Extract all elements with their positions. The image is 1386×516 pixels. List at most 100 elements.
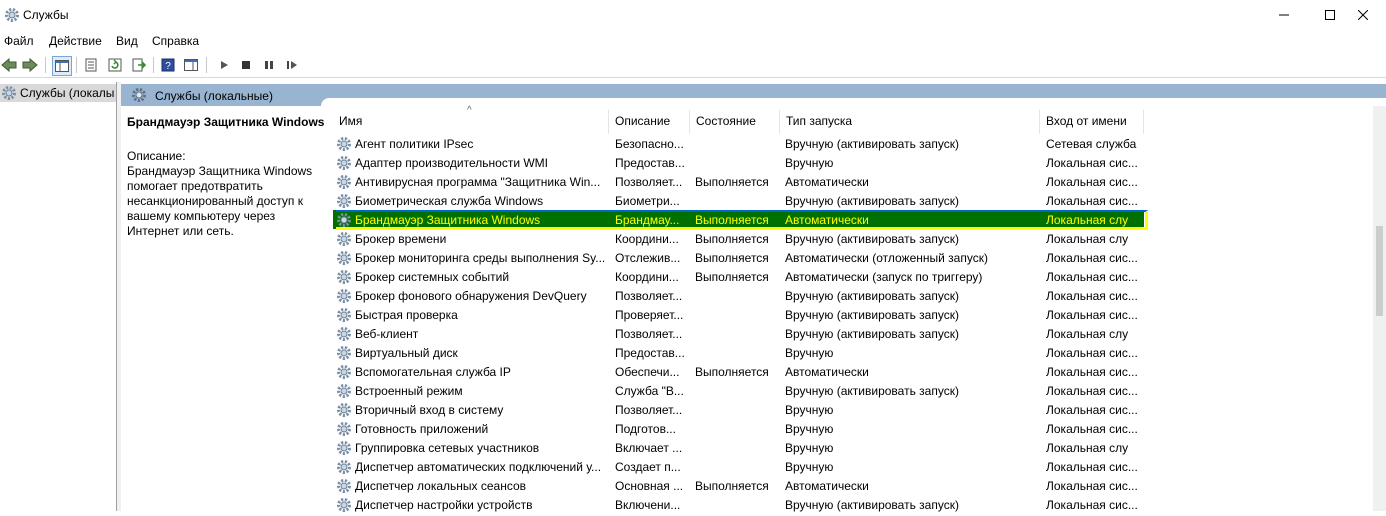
- service-name: Группировка сетевых участников: [355, 441, 540, 455]
- refresh-button[interactable]: [106, 56, 124, 74]
- service-logon-as: Локальная сис...: [1046, 194, 1138, 208]
- service-logon-as: Локальная сис...: [1046, 422, 1138, 436]
- forward-button[interactable]: [21, 56, 39, 74]
- service-status: Выполняется: [695, 232, 769, 246]
- service-startup-type: Автоматически: [785, 175, 869, 189]
- console-tree: Службы (локалы: [0, 82, 117, 511]
- table-row[interactable]: Диспетчер локальных сеансов Основная ... В…: [333, 476, 1144, 495]
- service-startup-type: Вручную (активировать запуск): [785, 498, 959, 512]
- service-logon-as: Локальная сис...: [1046, 403, 1138, 417]
- column-header-logon-as[interactable]: Вход от имени: [1040, 106, 1143, 134]
- service-status: Выполняется: [695, 175, 769, 189]
- document-icon: [85, 58, 97, 72]
- export-icon: [132, 58, 146, 72]
- service-startup-type: Вручную: [785, 460, 834, 474]
- table-row[interactable]: Брокер времени Координи... Выполняется Вруч…: [333, 229, 1144, 248]
- show-hide-tree-button[interactable]: [52, 56, 72, 76]
- table-row[interactable]: Брокер мониторинга среды выполнения Sy..…: [333, 248, 1144, 267]
- service-description: Включает ...: [615, 441, 683, 455]
- menu-help[interactable]: Справка: [152, 34, 199, 48]
- help-icon: ?: [161, 58, 175, 72]
- scrollbar-thumb[interactable]: [1376, 226, 1383, 316]
- service-name: Брокер мониторинга среды выполнения Sy..…: [355, 251, 605, 265]
- service-logon-as: Сетевая служба: [1046, 137, 1137, 151]
- service-status: Выполняется: [695, 479, 769, 493]
- close-button[interactable]: [1340, 0, 1386, 30]
- gear-icon: [2, 86, 16, 100]
- table-row[interactable]: Биометрическая служба Windows Биометри...…: [333, 191, 1144, 210]
- help-button[interactable]: ?: [159, 56, 177, 74]
- stop-icon: [242, 61, 250, 69]
- refresh-icon: [108, 58, 122, 72]
- service-logon-as: Локальная слу: [1046, 232, 1129, 246]
- table-row[interactable]: Диспетчер автоматических подключений у..…: [333, 457, 1144, 476]
- service-status: Выполняется: [695, 365, 769, 379]
- table-row[interactable]: Брокер системных событий Координи... Выпол…: [333, 267, 1144, 286]
- service-name: Готовность приложений: [355, 422, 489, 436]
- gear-icon: [5, 8, 19, 22]
- service-startup-type: Автоматически: [785, 213, 869, 227]
- service-name: Вторичный вход в систему: [355, 403, 504, 417]
- pause-service-button[interactable]: [260, 56, 278, 74]
- service-startup-type: Вручную (активировать запуск): [785, 289, 959, 303]
- show-action-pane-button[interactable]: [182, 56, 200, 74]
- service-name: Адаптер производительности WMI: [355, 156, 549, 170]
- table-row[interactable]: Агент политики IPsec Безопасно... Вручную …: [333, 134, 1144, 153]
- service-startup-type: Автоматически: [785, 479, 869, 493]
- minimize-button[interactable]: [1261, 0, 1307, 30]
- service-name: Брокер фонового обнаружения DevQuery: [355, 289, 587, 303]
- export-list-button[interactable]: [130, 56, 148, 74]
- table-row[interactable]: Веб-клиент Позволяет... Вручную (активиров…: [333, 324, 1144, 343]
- description-text: Брандмауэр Защитника Windows помогает пр…: [127, 164, 313, 238]
- menu-view[interactable]: Вид: [116, 34, 138, 48]
- arrow-left-icon: [1, 58, 17, 72]
- table-row[interactable]: Быстрая проверка Проверяет... Вручную (акт…: [333, 305, 1144, 324]
- table-row[interactable]: Диспетчер настройки устройств Включени...…: [333, 495, 1144, 514]
- table-row[interactable]: Брандмауэр Защитника Windows Брандмау... В…: [333, 210, 1144, 229]
- tree-item-services-local[interactable]: Службы (локалы: [0, 84, 116, 102]
- panel-title: Службы (локальные): [155, 89, 273, 103]
- service-description: Биометри...: [615, 194, 680, 208]
- column-header-status[interactable]: Состояние: [690, 106, 779, 134]
- service-description: Позволяет...: [615, 403, 683, 417]
- panel-header: Службы (локальные): [121, 84, 1386, 106]
- table-row[interactable]: Брокер фонового обнаружения DevQuery Позв…: [333, 286, 1144, 305]
- table-row[interactable]: Вторичный вход в систему Позволяет... Вруч…: [333, 400, 1144, 419]
- vertical-scrollbar[interactable]: [1373, 106, 1386, 511]
- service-description: Позволяет...: [615, 327, 683, 341]
- service-description: Основная ...: [615, 479, 684, 493]
- close-icon: [1358, 10, 1368, 20]
- column-header-description[interactable]: Описание: [609, 106, 689, 134]
- back-button[interactable]: [0, 56, 18, 74]
- window-title: Службы: [23, 8, 69, 22]
- column-header-startup-type[interactable]: Тип запуска: [780, 106, 1039, 134]
- service-startup-type: Вручную (активировать запуск): [785, 384, 959, 398]
- service-logon-as: Локальная слу: [1046, 327, 1129, 341]
- service-logon-as: Локальная сис...: [1046, 308, 1138, 322]
- restart-service-button[interactable]: [283, 56, 301, 74]
- table-row[interactable]: Адаптер производительности WMI Предостав.…: [333, 153, 1144, 172]
- table-row[interactable]: Встроенный режим Служба "В... Вручную (акт…: [333, 381, 1144, 400]
- service-name: Антивирусная программа "Защитника Win...: [355, 175, 601, 189]
- service-description: Позволяет...: [615, 289, 683, 303]
- table-row[interactable]: Антивирусная программа "Защитника Win...…: [333, 172, 1144, 191]
- service-logon-as: Локальная слу: [1046, 213, 1129, 227]
- service-name: Веб-клиент: [355, 327, 419, 341]
- menu-action[interactable]: Действие: [49, 34, 102, 48]
- table-row[interactable]: Группировка сетевых участников Включает .…: [333, 438, 1144, 457]
- stop-service-button[interactable]: [237, 56, 255, 74]
- start-service-button[interactable]: [215, 56, 233, 74]
- menu-file[interactable]: Файл: [4, 34, 34, 48]
- table-row[interactable]: Вспомогательная служба IP Обеспечи... Выпо…: [333, 362, 1144, 381]
- arrow-right-icon: [22, 58, 38, 72]
- service-description: Координи...: [615, 270, 679, 284]
- column-header-name[interactable]: ^ Имя: [333, 105, 608, 134]
- service-logon-as: Локальная сис...: [1046, 175, 1138, 189]
- table-row[interactable]: Виртуальный диск Предостав... Вручную Локал…: [333, 343, 1144, 362]
- menu-bar: Файл Действие Вид Справка: [0, 31, 1386, 51]
- sort-ascending-icon: ^: [467, 105, 472, 116]
- service-logon-as: Локальная сис...: [1046, 270, 1138, 284]
- service-name: Брокер времени: [355, 232, 447, 246]
- properties-button[interactable]: [82, 56, 100, 74]
- table-row[interactable]: Готовность приложений Подготов... Вручную Л…: [333, 419, 1144, 438]
